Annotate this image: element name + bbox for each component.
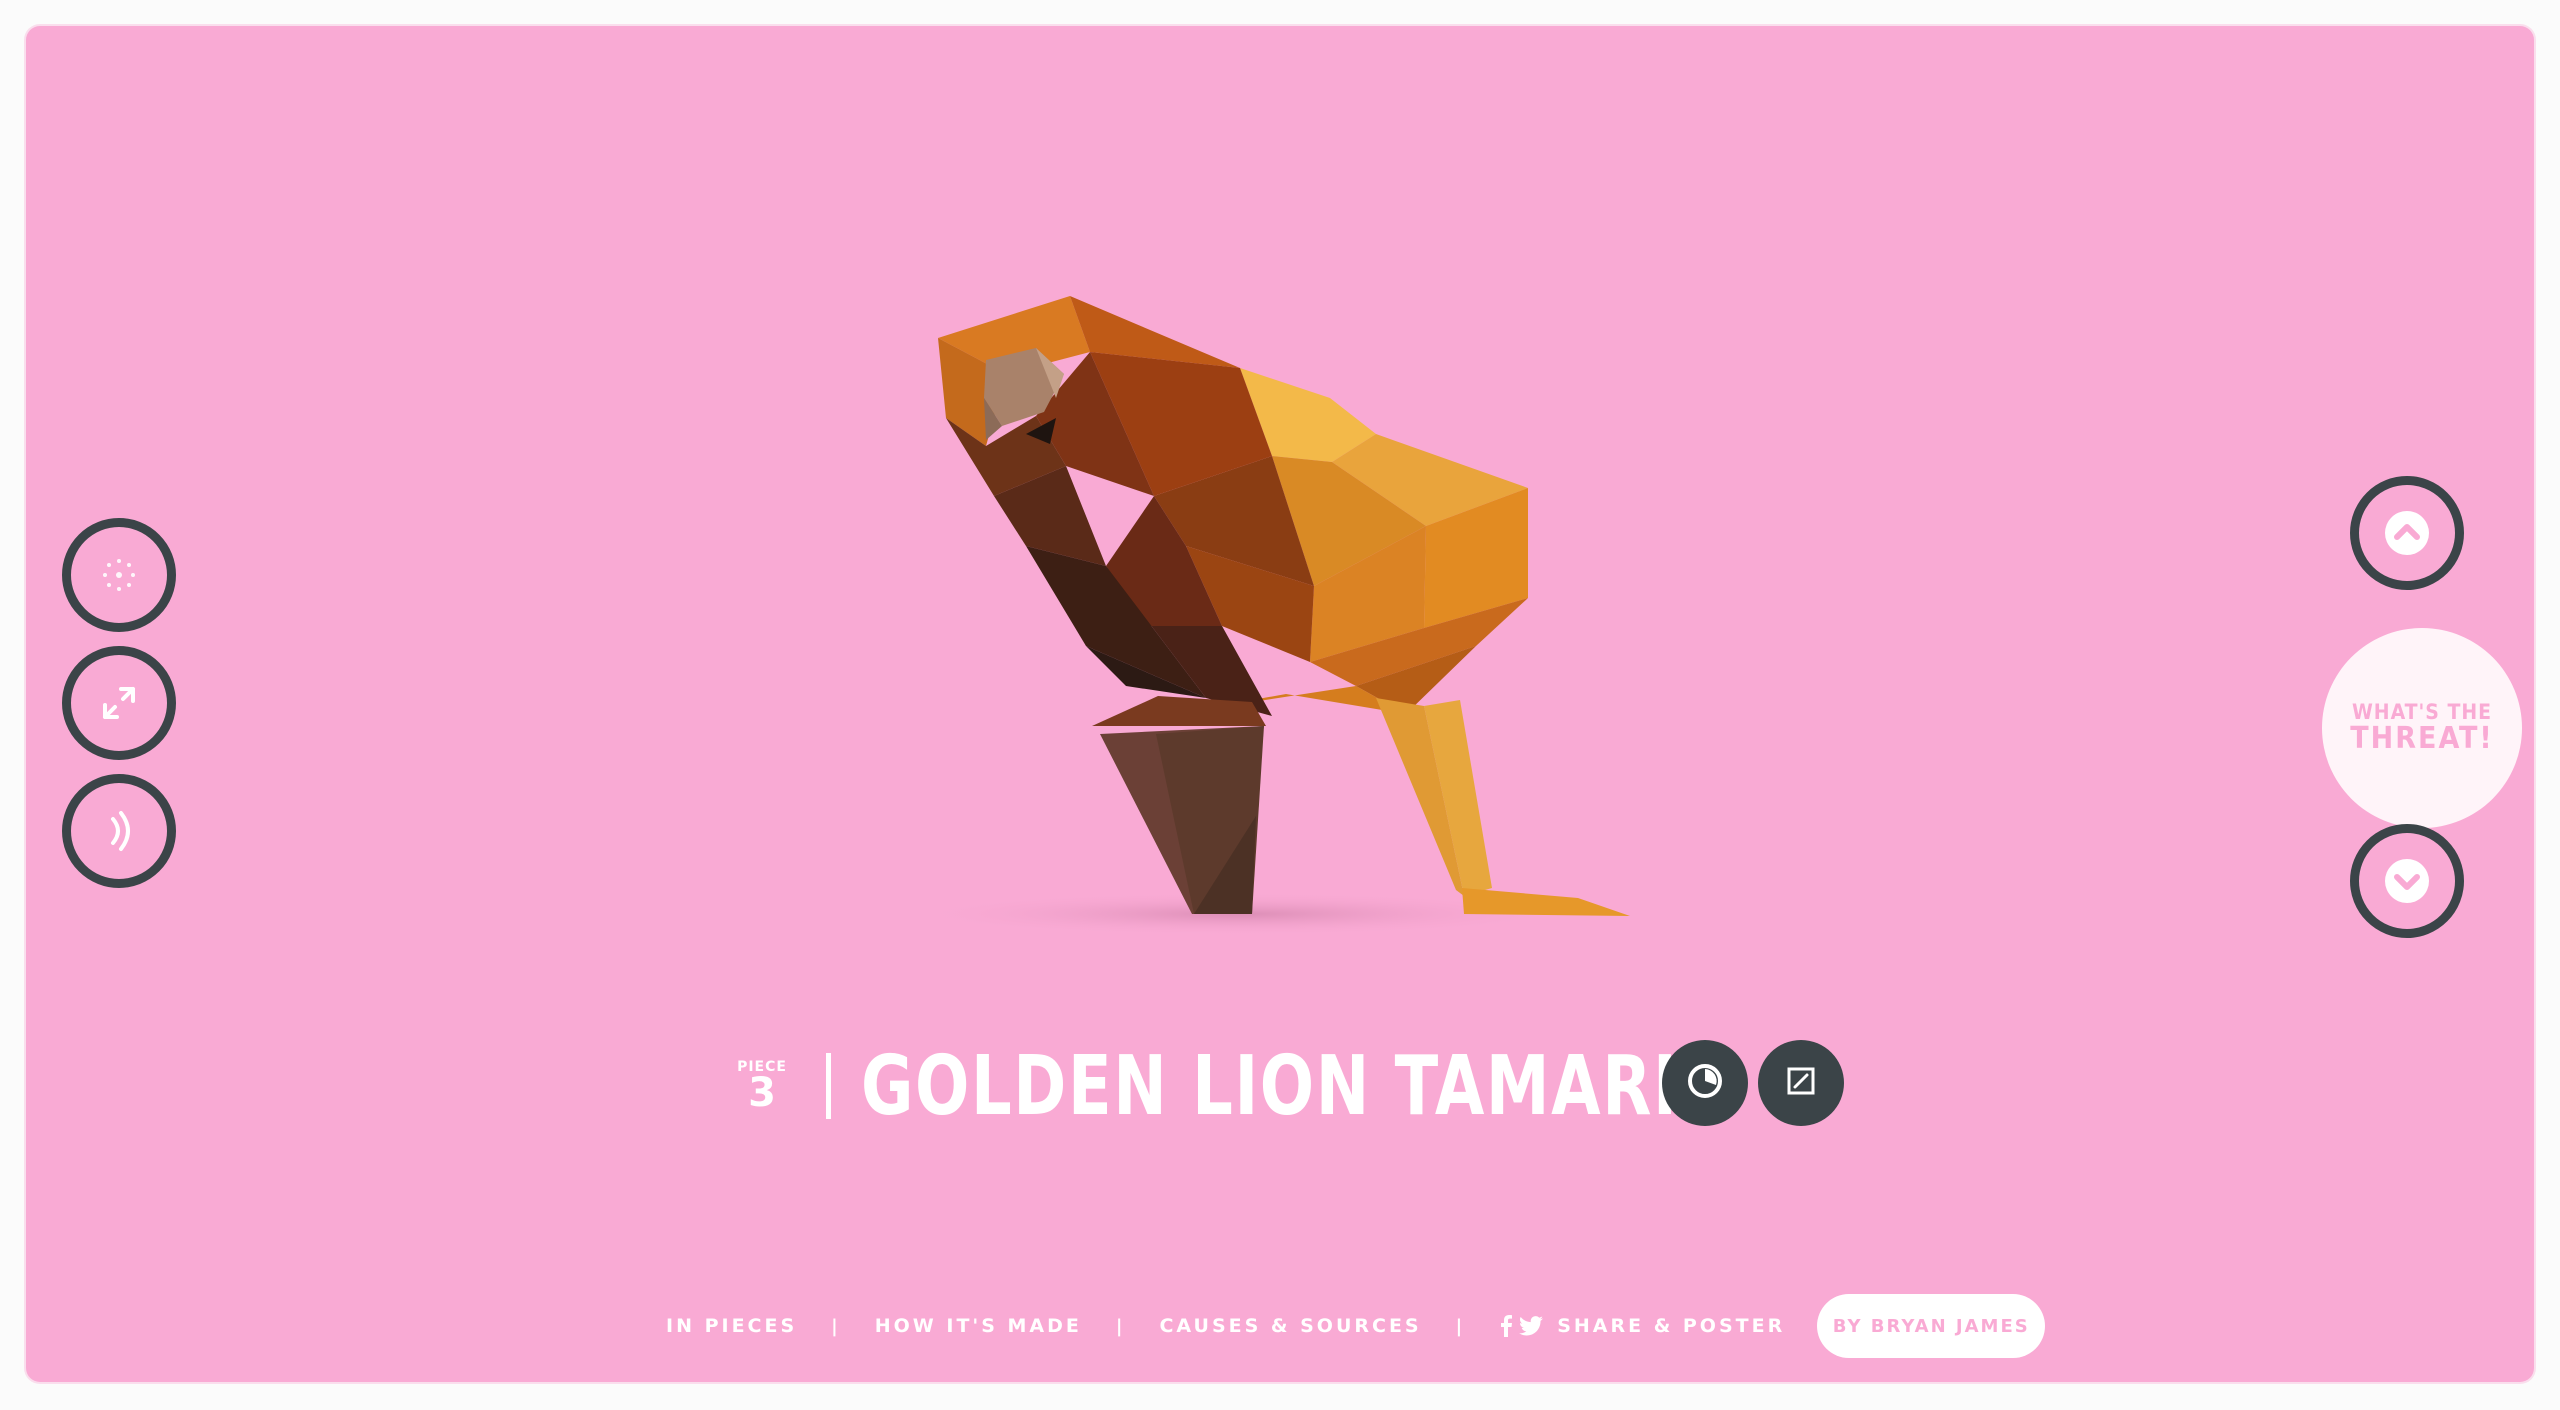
piece-number: 3 xyxy=(748,1070,776,1116)
page-frame: WHAT'S THE THREAT! PIECE 3 GOLDEN LION T… xyxy=(26,26,2534,1382)
piece-indicator: PIECE 3 xyxy=(734,1059,790,1113)
tamarin-illustration xyxy=(908,296,1630,936)
footer-separator: | xyxy=(831,1315,841,1337)
info-button[interactable] xyxy=(1662,1040,1748,1126)
footer-link-share-poster[interactable]: SHARE & POSTER xyxy=(1557,1315,1785,1337)
footer-link-causes-sources[interactable]: CAUSES & SOURCES xyxy=(1159,1315,1421,1337)
poster-button[interactable] xyxy=(1758,1040,1844,1126)
credit-button[interactable]: BY BRYAN JAMES xyxy=(1817,1294,2046,1358)
facebook-icon[interactable] xyxy=(1499,1315,1513,1337)
species-title-row: PIECE 3 GOLDEN LION TAMARIN xyxy=(734,1036,1734,1136)
footer-link-in-pieces[interactable]: IN PIECES xyxy=(666,1315,797,1337)
footer-nav: IN PIECES | HOW IT'S MADE | CAUSES & SOU… xyxy=(666,1294,2046,1358)
species-name: GOLDEN LION TAMARIN xyxy=(861,1038,1734,1134)
social-icons xyxy=(1499,1315,1544,1337)
title-divider xyxy=(826,1053,831,1119)
footer-link-how-its-made[interactable]: HOW IT'S MADE xyxy=(875,1315,1082,1337)
clock-icon xyxy=(1685,1061,1725,1105)
twitter-icon[interactable] xyxy=(1519,1316,1544,1336)
footer-separator: | xyxy=(1115,1315,1126,1337)
edit-icon xyxy=(1781,1061,1821,1105)
footer-separator: | xyxy=(1455,1315,1466,1337)
